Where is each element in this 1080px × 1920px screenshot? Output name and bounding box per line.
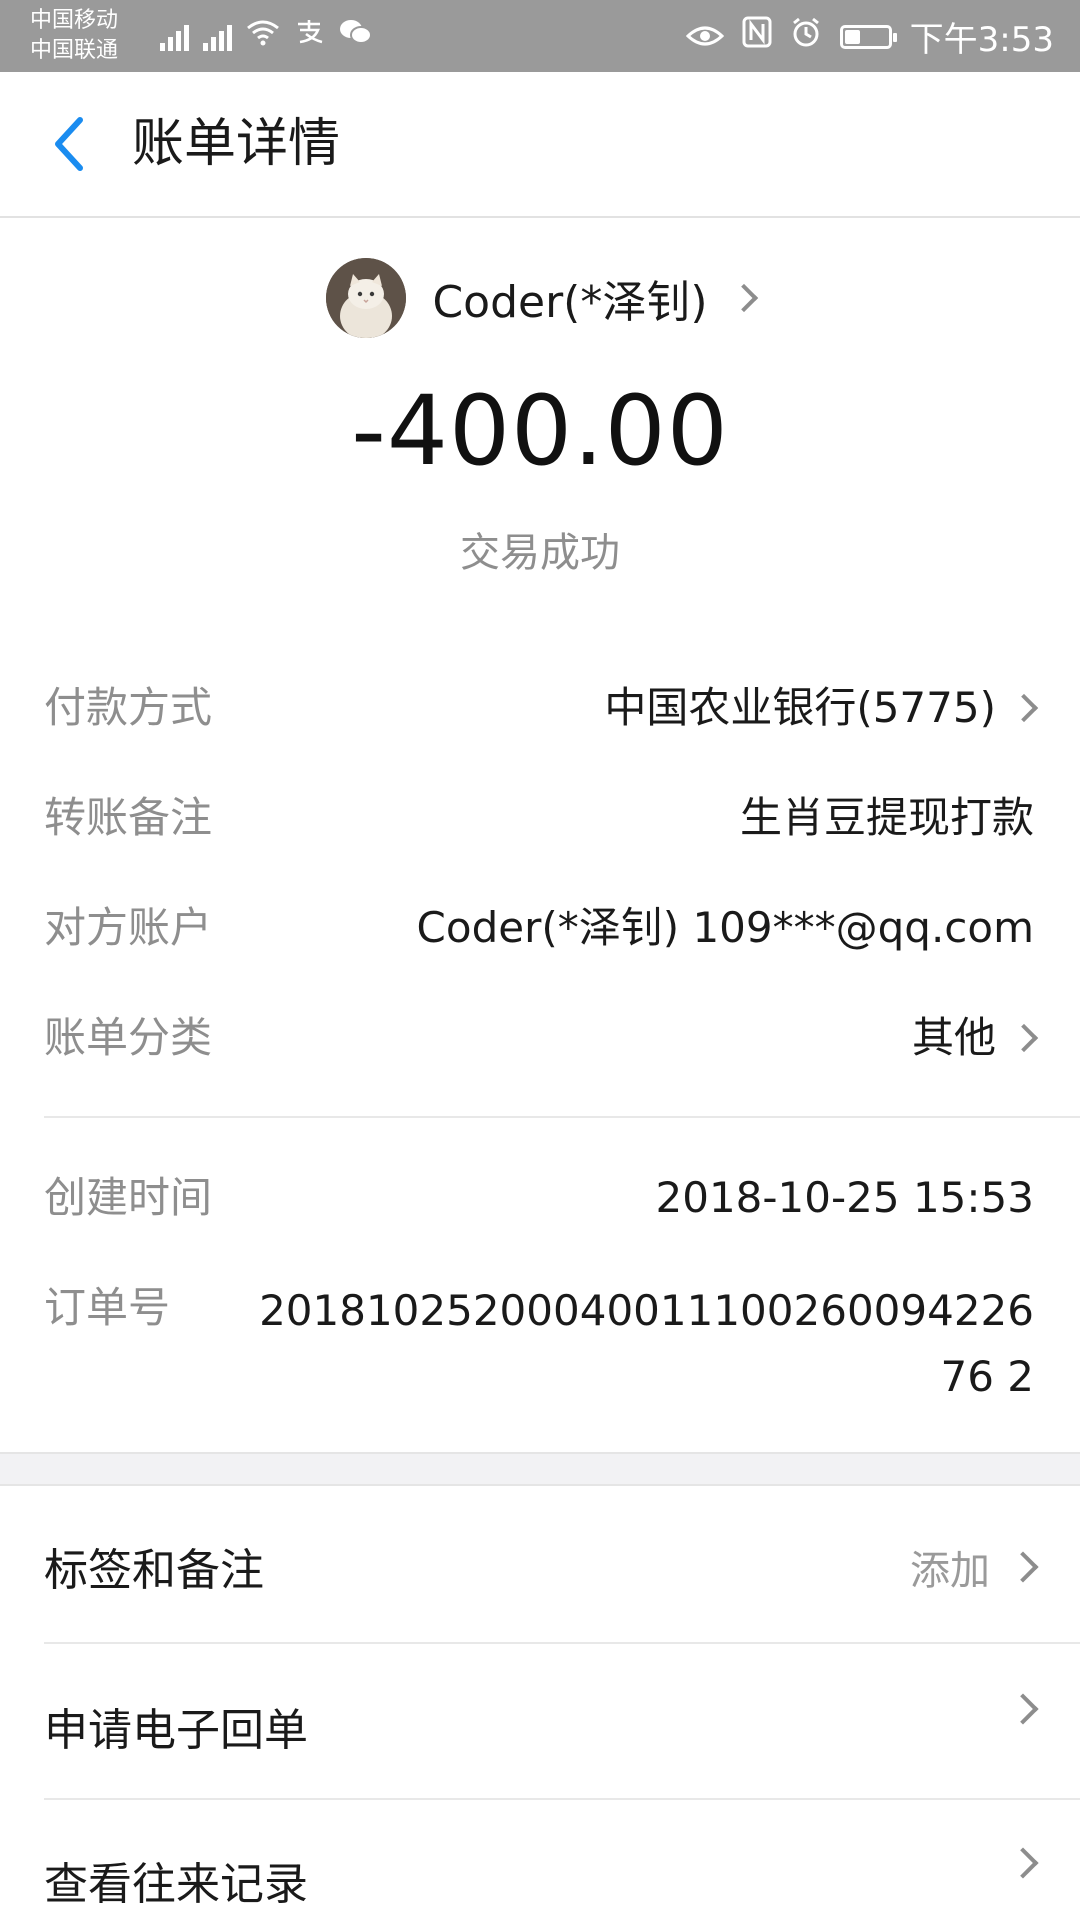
eye-icon [685,17,724,57]
back-button[interactable] [44,112,104,176]
carrier-info: 中国移动 中国联通 [30,6,118,66]
view-history-label: 查看往来记录 [44,1859,308,1910]
section-separator [0,1452,1080,1486]
counterparty-value: Coder(*泽钊) 109***@qq.com [416,903,1034,952]
back-arrow-icon [55,117,83,171]
tags-and-notes-label: 标签和备注 [44,1545,264,1596]
transfer-note-value: 生肖豆提现打款 [739,793,1034,842]
app-header: 账单详情 [0,72,1080,218]
clock-time: 下午3:53 [909,20,1054,60]
transfer-note-label: 转账备注 [44,793,213,842]
status-bar: 中国移动 中国联通 下午3:53 [0,0,1080,72]
tags-add-area: 添加 [910,1538,1039,1596]
battery-level [844,29,860,44]
receipt-chevron-area [1007,1693,1039,1725]
history-chevron-area [1007,1847,1039,1879]
carrier-1: 中国移动 [30,8,119,33]
payment-method-row[interactable]: 付款方式 中国农业银行(5775) [44,678,1039,738]
battery-icon [839,24,897,49]
wifi-icon [246,18,280,53]
chevron-right-icon [1007,1551,1039,1583]
view-history-row[interactable]: 查看往来记录 [44,1838,1039,1918]
cat-avatar-image [326,258,407,338]
created-time-row: 创建时间 2018-10-25 15:53 [44,1168,1034,1228]
chevron-right-icon [1007,1693,1039,1725]
category-label: 账单分类 [44,1013,213,1062]
divider [44,1642,1080,1644]
carrier-2: 中国联通 [30,38,119,63]
divider [44,1798,1080,1800]
created-time-value: 2018-10-25 15:53 [655,1173,1034,1222]
status-right-icons: 下午3:53 [685,12,1054,61]
transaction-status: 交易成功 [460,530,620,576]
chevron-right-icon [1009,693,1039,723]
category-value: 其他 [911,1008,1039,1068]
order-number-row: 订单号 2018102520004001110026009422676 2 [44,1278,1034,1418]
request-receipt-row[interactable]: 申请电子回单 [44,1684,1039,1764]
payment-method-text: 中国农业银行(5775) [604,683,996,732]
payee-name: Coder(*泽钊) [432,277,708,328]
payee-link[interactable]: Coder(*泽钊) [0,256,1080,340]
divider [44,1116,1080,1118]
counterparty-label: 对方账户 [44,903,213,952]
avatar [326,258,407,338]
category-text: 其他 [911,1013,996,1062]
signal-2-icon [203,21,232,51]
tags-and-notes-row[interactable]: 标签和备注 添加 [44,1524,1039,1604]
chevron-right-icon [1007,1847,1039,1879]
add-hint: 添加 [910,1548,990,1594]
category-row[interactable]: 账单分类 其他 [44,1008,1039,1068]
payment-method-label: 付款方式 [44,683,213,732]
signal-icon [160,21,189,51]
wechat-icon [338,18,372,53]
status-left-icons [160,18,372,53]
alarm-icon [790,16,822,57]
alipay-icon [294,18,324,53]
order-number-value: 2018102520004001110026009422676 2 [259,1286,1034,1401]
order-number-label: 订单号 [44,1283,171,1332]
chevron-right-icon [1009,1023,1039,1053]
page-title: 账单详情 [132,114,341,174]
nfc-icon [742,16,772,57]
request-receipt-label: 申请电子回单 [44,1705,308,1756]
counterparty-row: 对方账户 Coder(*泽钊) 109***@qq.com [44,898,1034,958]
created-time-label: 创建时间 [44,1173,213,1222]
transfer-note-row: 转账备注 生肖豆提现打款 [44,788,1034,848]
transaction-amount: -400.00 [351,375,729,487]
chevron-right-icon [729,283,758,313]
payment-method-value: 中国农业银行(5775) [604,678,1039,738]
